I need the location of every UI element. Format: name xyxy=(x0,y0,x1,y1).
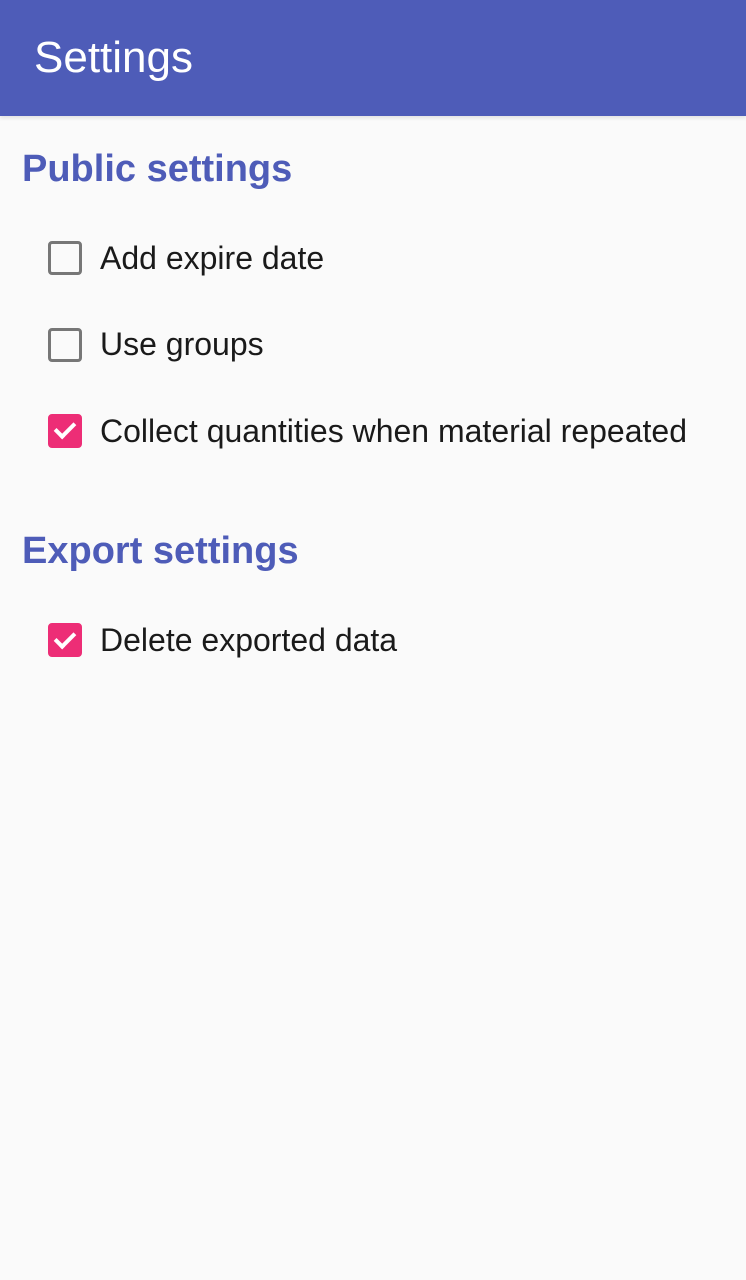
app-header: Settings xyxy=(0,0,746,116)
setting-delete-exported-data[interactable]: Delete exported data xyxy=(22,597,724,683)
checkmark-icon xyxy=(54,627,77,650)
checkmark-icon xyxy=(54,417,77,440)
setting-label: Collect quantities when material repeate… xyxy=(100,412,687,450)
page-title: Settings xyxy=(34,33,193,83)
section-title-public: Public settings xyxy=(22,148,724,191)
section-title-export: Export settings xyxy=(22,530,724,573)
setting-label: Delete exported data xyxy=(100,621,397,659)
checkbox-unchecked-icon xyxy=(48,241,82,275)
setting-collect-quantities[interactable]: Collect quantities when material repeate… xyxy=(22,388,724,474)
checkbox-checked-icon xyxy=(48,414,82,448)
checkbox-checked-icon xyxy=(48,623,82,657)
setting-label: Use groups xyxy=(100,325,264,363)
setting-label: Add expire date xyxy=(100,239,324,277)
checkbox-unchecked-icon xyxy=(48,328,82,362)
setting-use-groups[interactable]: Use groups xyxy=(22,301,724,387)
settings-content: Public settings Add expire date Use grou… xyxy=(0,116,746,704)
setting-add-expire-date[interactable]: Add expire date xyxy=(22,215,724,301)
